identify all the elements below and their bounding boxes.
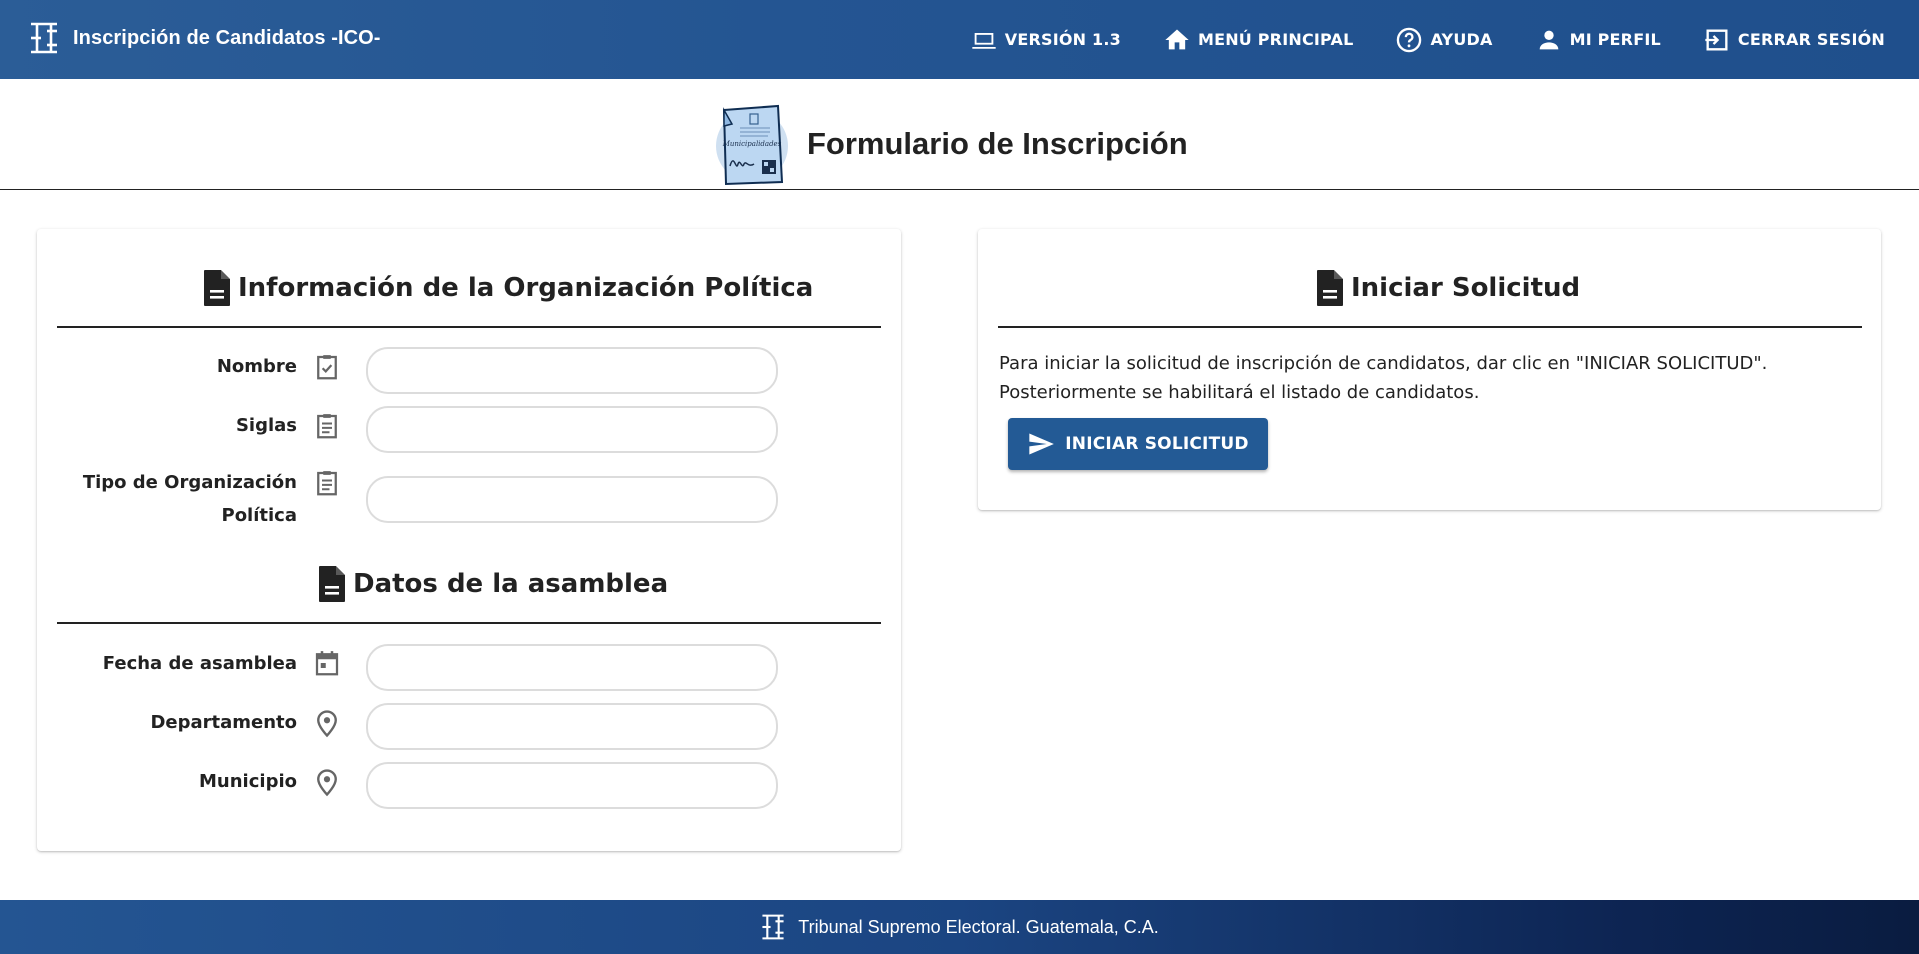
map-pin-icon bbox=[317, 769, 337, 797]
document-icon bbox=[1317, 270, 1343, 306]
departamento-input[interactable] bbox=[366, 703, 778, 750]
footer-text: Tribunal Supremo Electoral. Guatemala, C… bbox=[798, 916, 1159, 937]
tse-logo-icon bbox=[762, 914, 784, 940]
nav-help-label: AYUDA bbox=[1430, 30, 1493, 49]
brand: Inscripción de Candidatos -ICO- bbox=[28, 20, 381, 56]
top-nav: VERSIÓN 1.3 MENÚ PRINCIPAL AYUDA MI PERF… bbox=[928, 0, 1885, 79]
footer: Tribunal Supremo Electoral. Guatemala, C… bbox=[0, 900, 1919, 954]
app-title: Inscripción de Candidatos -ICO- bbox=[73, 26, 381, 49]
tse-logo-icon bbox=[31, 22, 57, 54]
laptop-icon bbox=[972, 32, 996, 49]
nav-main-menu-label: MENÚ PRINCIPAL bbox=[1197, 30, 1354, 49]
fecha-asamblea-input[interactable] bbox=[366, 644, 778, 691]
request-description-line2: Posteriormente se habilitará el listado … bbox=[999, 382, 1480, 403]
help-circle-icon bbox=[1397, 27, 1422, 52]
nav-help[interactable]: AYUDA bbox=[1395, 26, 1492, 54]
tipo-organizacion-label-line1: Tipo de Organización bbox=[82, 472, 297, 493]
municipio-input[interactable] bbox=[366, 762, 778, 809]
document-signature-illustration: Municipalidades bbox=[716, 104, 788, 186]
nav-version[interactable]: VERSIÓN 1.3 bbox=[970, 26, 1121, 54]
document-icon bbox=[319, 566, 345, 602]
request-description: Para iniciar la solicitud de inscripción… bbox=[999, 349, 1859, 407]
nombre-input[interactable] bbox=[366, 347, 778, 394]
nav-version-label: VERSIÓN 1.3 bbox=[1004, 30, 1121, 49]
organization-form-card bbox=[37, 229, 901, 851]
request-section-heading: Iniciar Solicitud bbox=[1315, 268, 1580, 308]
clipboard-check-icon bbox=[317, 355, 337, 380]
tipo-organizacion-label: Tipo de Organización Política bbox=[80, 466, 297, 532]
request-section-title: Iniciar Solicitud bbox=[1351, 273, 1581, 303]
nav-profile[interactable]: MI PERFIL bbox=[1535, 26, 1661, 54]
org-section-divider bbox=[57, 326, 881, 328]
org-section-title: Información de la Organización Política bbox=[238, 273, 814, 303]
home-icon bbox=[1165, 29, 1189, 49]
org-section-heading: Información de la Organización Política bbox=[202, 268, 813, 308]
calendar-icon bbox=[315, 651, 339, 676]
document-icon bbox=[204, 270, 230, 306]
map-pin-icon bbox=[317, 710, 337, 738]
illustration-caption: Municipalidades bbox=[722, 140, 782, 148]
nav-logout-label: CERRAR SESIÓN bbox=[1737, 30, 1885, 49]
fecha-asamblea-label: Fecha de asamblea bbox=[102, 653, 297, 674]
siglas-input[interactable] bbox=[366, 406, 778, 453]
logout-icon bbox=[1705, 29, 1728, 50]
request-description-line1: Para iniciar la solicitud de inscripción… bbox=[999, 353, 1768, 374]
departamento-label: Departamento bbox=[150, 712, 297, 733]
request-section-divider bbox=[998, 326, 1862, 328]
assembly-section-divider bbox=[57, 622, 881, 624]
assembly-section-title: Datos de la asamblea bbox=[353, 569, 669, 599]
clipboard-text-icon bbox=[317, 471, 337, 496]
nav-profile-label: MI PERFIL bbox=[1569, 30, 1661, 49]
top-app-bar: Inscripción de Candidatos -ICO- VERSIÓN … bbox=[0, 0, 1919, 79]
start-request-button-label: INICIAR SOLICITUD bbox=[1065, 434, 1249, 454]
send-icon bbox=[1029, 433, 1055, 455]
nombre-label: Nombre bbox=[216, 356, 297, 377]
nav-logout[interactable]: CERRAR SESIÓN bbox=[1703, 26, 1885, 54]
user-icon bbox=[1539, 30, 1558, 49]
tipo-organizacion-label-line2: Política bbox=[221, 505, 298, 526]
tipo-organizacion-input[interactable] bbox=[366, 476, 778, 523]
municipio-label: Municipio bbox=[199, 771, 297, 792]
start-request-button[interactable]: INICIAR SOLICITUD bbox=[1008, 418, 1268, 470]
page-title: Formulario de Inscripción bbox=[807, 126, 1188, 161]
assembly-section-heading: Datos de la asamblea bbox=[317, 564, 668, 604]
nav-main-menu[interactable]: MENÚ PRINCIPAL bbox=[1163, 26, 1354, 54]
siglas-label: Siglas bbox=[235, 415, 297, 436]
clipboard-text-icon bbox=[317, 414, 337, 439]
